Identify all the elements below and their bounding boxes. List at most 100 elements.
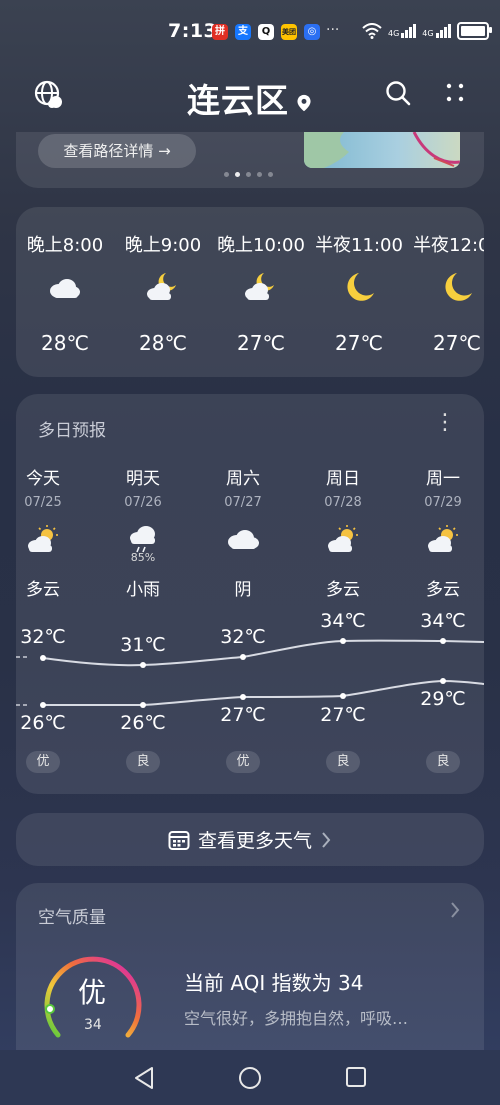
route-card: 查看路径详情 → bbox=[16, 132, 484, 188]
pager-dot bbox=[224, 172, 229, 177]
pager-dot bbox=[257, 172, 262, 177]
day-date: 07/28 bbox=[324, 495, 362, 510]
pager-dot-active bbox=[235, 172, 240, 177]
day-name: 周六 bbox=[226, 469, 260, 489]
high-temp-point bbox=[440, 638, 446, 644]
day-name: 今天 bbox=[26, 469, 60, 489]
more-options-icon[interactable] bbox=[444, 80, 468, 106]
moon-icon bbox=[445, 273, 472, 301]
aqi-index: 34 bbox=[84, 1017, 102, 1033]
more-weather-button[interactable]: 查看更多天气 bbox=[16, 813, 484, 866]
aqi-badge: 良 bbox=[426, 751, 460, 773]
app-icon: ◎ bbox=[304, 24, 320, 40]
day-date: 07/25 bbox=[24, 495, 62, 510]
low-temp-point bbox=[140, 702, 146, 708]
pager-dot bbox=[246, 172, 251, 177]
day-weather: 多云 bbox=[26, 580, 60, 600]
low-temp-point bbox=[340, 693, 346, 699]
aqi-level: 优 bbox=[78, 976, 107, 1009]
partly-cloudy-icon bbox=[328, 525, 358, 552]
chevron-right-icon bbox=[322, 831, 331, 848]
day-high: 32℃ bbox=[220, 626, 266, 648]
aqi-badge: 优 bbox=[226, 751, 260, 773]
hour-temp: 27℃ bbox=[237, 331, 285, 355]
day-high: 31℃ bbox=[120, 634, 166, 656]
signal-icon: 4G bbox=[388, 24, 417, 38]
high-temp-point bbox=[140, 662, 146, 668]
page-title[interactable]: 连云区 bbox=[0, 74, 500, 122]
aqi-badge: 良 bbox=[126, 751, 160, 773]
day-weather: 多云 bbox=[426, 580, 460, 600]
aqi-description: 空气很好，多拥抱自然，呼吸… bbox=[184, 1009, 409, 1028]
low-temp-point bbox=[440, 678, 446, 684]
back-icon[interactable] bbox=[133, 1066, 155, 1090]
day-precip: 85% bbox=[130, 551, 156, 564]
aqi-badge: 良 bbox=[326, 751, 360, 773]
day-date: 07/26 bbox=[124, 495, 162, 510]
pdd-icon: 拼 bbox=[212, 24, 228, 40]
hourly-forecast-card[interactable]: 晚上8:00 28℃ 晚上9:00 28℃ 晚上10:00 27℃ 半夜11:0… bbox=[16, 207, 484, 377]
day-name: 明天 bbox=[126, 469, 160, 489]
calendar-icon bbox=[168, 830, 190, 850]
battery-icon bbox=[456, 22, 492, 40]
signal-icon: 4G bbox=[422, 24, 451, 38]
day-date: 07/29 bbox=[424, 495, 462, 510]
status-bar: 7:13 拼 支 Q 美团 ◎ ··· 4G 4G bbox=[0, 0, 500, 62]
qq-icon: Q bbox=[258, 24, 274, 40]
hour-temp: 28℃ bbox=[41, 331, 89, 355]
alipay-icon: 支 bbox=[235, 24, 251, 40]
cloud-icon bbox=[228, 530, 259, 549]
day-name: 周一 bbox=[426, 469, 460, 489]
air-quality-title: 空气质量 bbox=[38, 908, 106, 928]
meituan-icon: 美团 bbox=[281, 24, 297, 40]
hour-time: 半夜12:00 bbox=[413, 235, 484, 256]
aqi-headline: 当前 AQI 指数为 34 bbox=[184, 971, 364, 995]
cloud-moon-icon bbox=[147, 273, 176, 300]
home-icon[interactable] bbox=[238, 1066, 262, 1090]
day-high: 32℃ bbox=[20, 626, 66, 648]
hour-temp: 27℃ bbox=[433, 331, 481, 355]
day-low: 26℃ bbox=[120, 712, 166, 734]
search-icon[interactable] bbox=[385, 80, 411, 106]
route-map-thumbnail[interactable] bbox=[304, 132, 460, 168]
city-name: 连云区 bbox=[187, 81, 289, 120]
multi-day-forecast-card[interactable]: 多日预报 ⋮ 今天 07/25 多云 32℃ 26℃ 优 明天 07/26 85… bbox=[16, 394, 484, 794]
location-pin-icon bbox=[297, 94, 311, 111]
system-navigation-bar bbox=[0, 1050, 500, 1105]
overflow-notifications: ··· bbox=[326, 22, 340, 38]
partly-cloudy-icon bbox=[28, 525, 58, 552]
day-low: 29℃ bbox=[420, 688, 466, 710]
hour-time: 晚上10:00 bbox=[217, 235, 305, 256]
view-route-button[interactable]: 查看路径详情 → bbox=[38, 134, 196, 168]
cloud-moon-icon bbox=[245, 273, 274, 300]
low-temp-point bbox=[40, 702, 46, 708]
low-temp-point bbox=[240, 694, 246, 700]
day-low: 27℃ bbox=[320, 704, 366, 726]
moon-icon bbox=[347, 273, 374, 301]
high-temp-point bbox=[40, 655, 46, 661]
day-high: 34℃ bbox=[420, 610, 466, 632]
day-high: 34℃ bbox=[320, 610, 366, 632]
status-time: 7:13 bbox=[168, 20, 218, 42]
day-weather: 多云 bbox=[326, 580, 360, 600]
hour-time: 半夜11:00 bbox=[315, 235, 403, 256]
hour-time: 晚上8:00 bbox=[26, 235, 104, 256]
wifi-icon bbox=[362, 23, 382, 39]
hour-temp: 27℃ bbox=[335, 331, 383, 355]
carousel-pager bbox=[224, 172, 273, 177]
high-temp-point bbox=[240, 654, 246, 660]
partly-cloudy-icon bbox=[428, 525, 458, 552]
day-date: 07/27 bbox=[224, 495, 262, 510]
day-weather: 阴 bbox=[234, 580, 252, 600]
cloud-icon bbox=[50, 279, 80, 298]
aqi-badge: 优 bbox=[26, 751, 60, 773]
day-weather: 小雨 bbox=[126, 580, 160, 600]
day-low: 26℃ bbox=[20, 712, 66, 734]
more-weather-label: 查看更多天气 bbox=[197, 830, 312, 852]
hour-time: 晚上9:00 bbox=[124, 235, 202, 256]
recents-icon[interactable] bbox=[345, 1066, 367, 1088]
chevron-right-icon bbox=[451, 902, 460, 918]
rain-icon bbox=[130, 526, 155, 553]
day-low: 27℃ bbox=[220, 704, 266, 726]
hour-temp: 28℃ bbox=[139, 331, 187, 355]
